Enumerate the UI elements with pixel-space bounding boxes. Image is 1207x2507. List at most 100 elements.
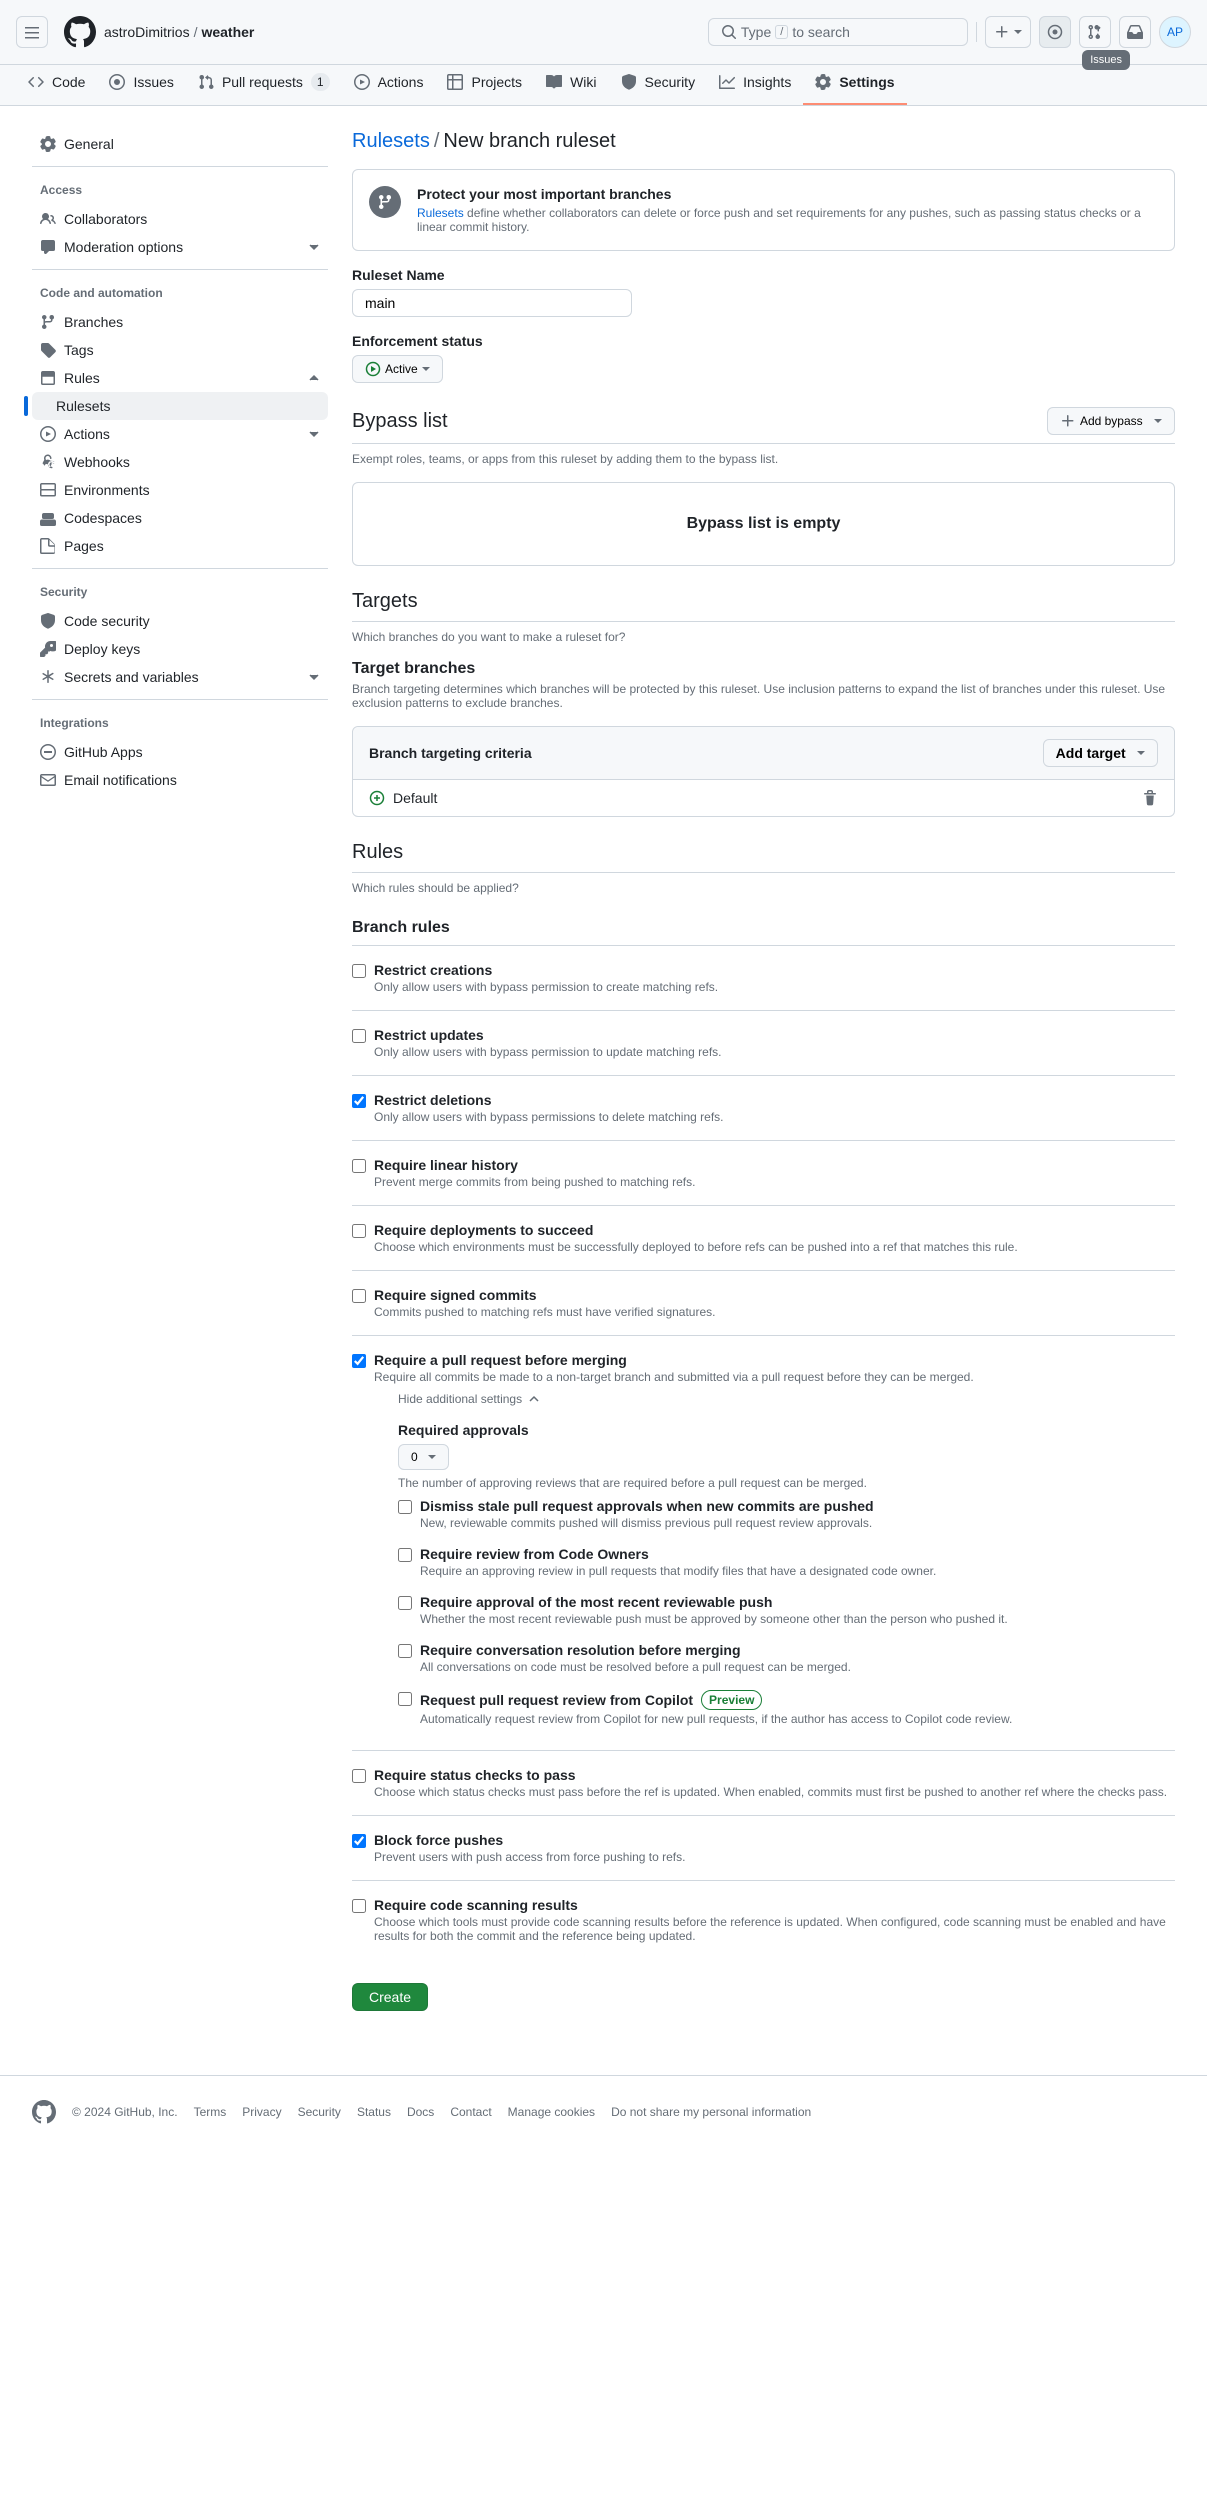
sidebar-rules[interactable]: Rules xyxy=(32,364,328,392)
tooltip: Issues xyxy=(1082,50,1130,70)
tab-code[interactable]: Code xyxy=(16,65,97,105)
repo-breadcrumb: astroDimitrios / weather xyxy=(104,24,254,40)
sidebar-deploy-keys[interactable]: Deploy keys xyxy=(32,635,328,663)
rule-3: Require linear historyPrevent merge comm… xyxy=(352,1141,1175,1206)
footer-link[interactable]: Security xyxy=(298,2105,341,2119)
sidebar-moderation-options[interactable]: Moderation options xyxy=(32,233,328,261)
tab-wiki[interactable]: Wiki xyxy=(534,65,608,105)
rulesets-info-link[interactable]: Rulesets xyxy=(417,206,464,220)
footer-link[interactable]: Privacy xyxy=(242,2105,281,2119)
sidebar-branches[interactable]: Branches xyxy=(32,308,328,336)
sidebar-webhooks[interactable]: Webhooks xyxy=(32,448,328,476)
footer-link[interactable]: Contact xyxy=(450,2105,491,2119)
create-button[interactable]: Create xyxy=(352,1983,428,2011)
rule-checkbox-1[interactable] xyxy=(352,1029,366,1043)
chevron-down-icon xyxy=(308,241,320,253)
shield-icon xyxy=(621,74,637,90)
ruleset-name-label: Ruleset Name xyxy=(352,267,1175,283)
sidebar-github-apps[interactable]: GitHub Apps xyxy=(32,738,328,766)
branch-icon xyxy=(369,186,401,218)
tab-pull-requests[interactable]: Pull requests1 xyxy=(186,65,342,105)
copyright: © 2024 GitHub, Inc. xyxy=(72,2105,178,2119)
rule-checkbox-5[interactable] xyxy=(352,1289,366,1303)
branch-rules-heading: Branch rules xyxy=(352,919,1175,946)
rule-checkbox-8[interactable] xyxy=(352,1834,366,1848)
pulls-button[interactable] xyxy=(1079,16,1111,48)
sidebar-email-notifications[interactable]: Email notifications xyxy=(32,766,328,794)
subrule-checkbox-3[interactable] xyxy=(398,1644,412,1658)
plus-icon xyxy=(1060,413,1076,429)
rule-checkbox-4[interactable] xyxy=(352,1224,366,1238)
rule-checkbox-9[interactable] xyxy=(352,1899,366,1913)
subrule-checkbox-2[interactable] xyxy=(398,1596,412,1610)
sidebar-codespaces[interactable]: Codespaces xyxy=(32,504,328,532)
enforcement-label: Enforcement status xyxy=(352,333,1175,349)
sidebar-secrets-and-variables[interactable]: Secrets and variables xyxy=(32,663,328,691)
footer-link[interactable]: Do not share my personal information xyxy=(611,2105,811,2119)
subrule-checkbox-4[interactable] xyxy=(398,1692,412,1706)
rules-heading: Rules xyxy=(352,841,403,864)
gear-icon xyxy=(815,74,831,90)
sidebar-tags[interactable]: Tags xyxy=(32,336,328,364)
sidebar-pages[interactable]: Pages xyxy=(32,532,328,560)
table-icon xyxy=(447,74,463,90)
sidebar-collaborators[interactable]: Collaborators xyxy=(32,205,328,233)
tab-security[interactable]: Security xyxy=(609,65,708,105)
add-target-button[interactable]: Add target xyxy=(1043,739,1158,767)
sidebar-general[interactable]: General xyxy=(32,130,328,158)
rule-checkbox-7[interactable] xyxy=(352,1769,366,1783)
ruleset-name-input[interactable] xyxy=(352,289,632,317)
rule-checkbox-2[interactable] xyxy=(352,1094,366,1108)
graph-icon xyxy=(719,74,735,90)
rule-checkbox-0[interactable] xyxy=(352,964,366,978)
subrule-checkbox-0[interactable] xyxy=(398,1500,412,1514)
inbox-button[interactable] xyxy=(1119,16,1151,48)
footer-link[interactable]: Status xyxy=(357,2105,391,2119)
play-icon xyxy=(354,74,370,90)
trash-icon[interactable] xyxy=(1142,790,1158,806)
rule-checkbox-3[interactable] xyxy=(352,1159,366,1173)
issues-button[interactable] xyxy=(1039,16,1071,48)
footer-link[interactable]: Terms xyxy=(194,2105,227,2119)
subrule-2: Require approval of the most recent revi… xyxy=(374,1586,1175,1634)
repo-link[interactable]: weather xyxy=(201,24,254,40)
hamburger-button[interactable] xyxy=(16,16,48,48)
chevron-down-icon xyxy=(308,671,320,683)
enforcement-select[interactable]: Active xyxy=(352,355,443,383)
create-button[interactable] xyxy=(985,16,1031,48)
rule-4: Require deployments to succeedChoose whi… xyxy=(352,1206,1175,1271)
tab-projects[interactable]: Projects xyxy=(435,65,534,105)
bypass-desc: Exempt roles, teams, or apps from this r… xyxy=(352,452,1175,466)
global-header: astroDimitrios / weather Type/to search … xyxy=(0,0,1207,65)
sidebar-environments[interactable]: Environments xyxy=(32,476,328,504)
footer: © 2024 GitHub, Inc. Terms Privacy Security… xyxy=(0,2075,1207,2148)
target-row: Default xyxy=(353,780,1174,816)
rule-8: Block force pushesPrevent users with pus… xyxy=(352,1816,1175,1881)
tab-settings[interactable]: Settings xyxy=(803,65,906,105)
approvals-select[interactable]: 0 xyxy=(398,1444,449,1470)
subrule-checkbox-1[interactable] xyxy=(398,1548,412,1562)
footer-link[interactable]: Manage cookies xyxy=(508,2105,595,2119)
footer-link[interactable]: Docs xyxy=(407,2105,434,2119)
github-logo[interactable] xyxy=(64,16,96,48)
search-input[interactable]: Type/to search xyxy=(708,18,968,46)
rule-2: Restrict deletionsOnly allow users with … xyxy=(352,1076,1175,1141)
rule-checkbox-6[interactable] xyxy=(352,1354,366,1368)
subrule-1: Require review from Code OwnersRequire a… xyxy=(374,1538,1175,1586)
server-icon xyxy=(40,482,56,498)
sidebar-rulesets[interactable]: Rulesets xyxy=(32,392,328,420)
webhook-icon xyxy=(40,454,56,470)
rulesets-link[interactable]: Rulesets xyxy=(352,130,430,152)
target-branches-heading: Target branches xyxy=(352,660,1175,678)
page-title: Rulesets/New branch ruleset xyxy=(352,130,1175,153)
owner-link[interactable]: astroDimitrios xyxy=(104,24,190,40)
tab-actions[interactable]: Actions xyxy=(342,65,436,105)
sidebar-actions[interactable]: Actions xyxy=(32,420,328,448)
people-icon xyxy=(40,211,56,227)
user-avatar[interactable]: AP xyxy=(1159,16,1191,48)
tab-issues[interactable]: Issues xyxy=(97,65,185,105)
hide-settings-toggle[interactable]: Hide additional settings xyxy=(374,1384,1175,1414)
sidebar-code-security[interactable]: Code security xyxy=(32,607,328,635)
add-bypass-button[interactable]: Add bypass xyxy=(1047,407,1175,435)
tab-insights[interactable]: Insights xyxy=(707,65,803,105)
